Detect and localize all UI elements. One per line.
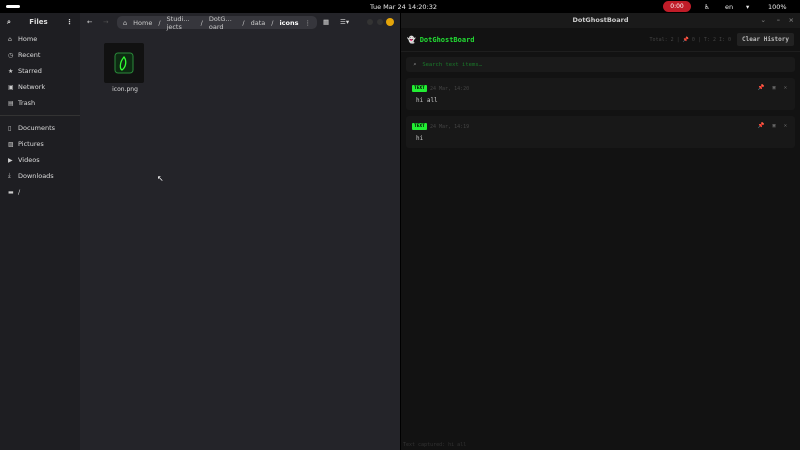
sidebar-item-network[interactable]: ▣ Network	[0, 79, 80, 95]
crumb-dotghostboard[interactable]: DotG… oard	[209, 15, 237, 31]
copy-icon[interactable]: ▣	[772, 85, 775, 91]
clock[interactable]: Tue Mar 24 14:20:32	[370, 3, 437, 11]
home-icon: ⌂	[123, 18, 128, 27]
search-placeholder: Search text items…	[422, 61, 482, 68]
sidebar-item-label: Documents	[18, 124, 56, 132]
clip-time: 24 Mar, 14:20	[430, 86, 470, 92]
view-list-icon[interactable]: ☰▾	[340, 18, 349, 26]
files-window: ⌕ Files ⋮ ⌂ Home ◷ Recent ★ Starred ▣ Network ▤ Tra…	[0, 13, 400, 450]
stats-summary: Total: 2 | 📌 0 | T: 2 I: 0	[649, 36, 732, 43]
clip-item[interactable]: TEXT 24 Mar, 14:20 hi all 📌 ▣ ✕	[406, 78, 795, 110]
accessibility-icon[interactable]: ♿	[704, 3, 710, 11]
sidebar-item-documents[interactable]: ▯ Documents	[0, 120, 80, 136]
battery-indicator[interactable]: 100%	[768, 3, 787, 11]
mouse-cursor: ↖	[157, 174, 164, 183]
search-icon[interactable]: ⌕	[7, 18, 11, 27]
delete-icon[interactable]: ✕	[784, 123, 787, 129]
collapse-icon[interactable]: ⌄	[761, 13, 766, 28]
search-input[interactable]: ⌕ Search text items…	[406, 57, 795, 72]
search-folder-icon[interactable]: ▦	[323, 18, 329, 26]
sidebar-icon: ◷	[8, 51, 14, 59]
crumb-studio[interactable]: Studi… jects	[167, 15, 195, 31]
sidebar-icon: ★	[8, 67, 14, 75]
close-button[interactable]	[386, 18, 394, 26]
wifi-icon[interactable]: ▾	[746, 3, 749, 11]
crumb-data[interactable]: data	[251, 19, 266, 27]
sidebar-item-home[interactable]: ⌂ Home	[0, 31, 80, 47]
menu-icon[interactable]: ⋮	[66, 18, 73, 26]
sidebar-item-label: Starred	[18, 67, 42, 75]
files-sidebar: ⌕ Files ⋮ ⌂ Home ◷ Recent ★ Starred ▣ Network ▤ Tra…	[0, 13, 80, 450]
language-indicator[interactable]: en	[725, 3, 733, 11]
clip-text: hi all	[416, 97, 438, 104]
sidebar-item-label: Home	[18, 35, 38, 43]
sidebar-item-label: Recent	[18, 51, 41, 59]
sidebar-item-label: Trash	[18, 99, 36, 107]
screen-recording-indicator[interactable]: 0:00	[663, 1, 691, 12]
sidebar-icon: ▨	[8, 140, 14, 148]
sidebar-item-trash[interactable]: ▤ Trash	[0, 95, 80, 111]
sidebar-icon: ⤓	[8, 172, 11, 179]
minimize-button[interactable]	[367, 19, 373, 25]
sidebar-item-label: /	[18, 188, 21, 196]
sidebar-icon: ▬	[8, 188, 14, 196]
crumb-home[interactable]: Home	[133, 19, 152, 27]
clip-item[interactable]: TEXT 24 Mar, 14:19 hi 📌 ▣ ✕	[406, 116, 795, 148]
sidebar-icon: ▣	[8, 83, 14, 91]
clip-text: hi	[416, 135, 424, 142]
type-badge: TEXT	[412, 85, 427, 92]
divider	[0, 115, 80, 116]
sidebar-icon: ▤	[8, 99, 14, 107]
system-top-bar: Tue Mar 24 14:20:32 0:00 ♿ en ▾ 100%	[0, 0, 800, 13]
sidebar-icon: ▯	[8, 124, 12, 132]
sidebar-icon: ▶	[8, 156, 13, 164]
copy-icon[interactable]: ▣	[772, 123, 775, 129]
sidebar-item-recent[interactable]: ◷ Recent	[0, 47, 80, 63]
sidebar-item-starred[interactable]: ★ Starred	[0, 63, 80, 79]
type-badge: TEXT	[412, 123, 427, 130]
clear-history-button[interactable]: Clear History	[737, 33, 794, 46]
image-thumbnail	[104, 43, 144, 83]
sidebar-item-root[interactable]: ▬ /	[0, 184, 80, 200]
sidebar-item-pictures[interactable]: ▨ Pictures	[0, 136, 80, 152]
delete-icon[interactable]: ✕	[784, 85, 787, 91]
close-icon[interactable]: ×	[789, 13, 794, 28]
sidebar-item-label: Pictures	[18, 140, 44, 148]
file-name: icon.png	[112, 86, 138, 93]
forward-icon[interactable]: →	[103, 18, 108, 26]
window-title: DotGhostBoard	[572, 16, 629, 24]
pin-icon[interactable]: 📌	[758, 85, 765, 91]
files-title: Files	[29, 18, 48, 26]
pin-icon[interactable]: 📌	[758, 123, 765, 129]
sidebar-item-downloads[interactable]: ⤓ Downloads	[0, 168, 80, 184]
sidebar-item-label: Network	[18, 83, 46, 91]
activities-indicator[interactable]	[6, 5, 20, 8]
sidebar-item-videos[interactable]: ▶ Videos	[0, 152, 80, 168]
minimize-icon[interactable]: –	[777, 13, 780, 28]
sidebar-item-label: Videos	[18, 156, 40, 164]
clip-time: 24 Mar, 14:19	[430, 124, 470, 130]
crumb-icons[interactable]: icons	[279, 19, 298, 27]
sidebar-item-label: Downloads	[18, 172, 54, 180]
ghost-icon: 👻	[407, 35, 416, 44]
breadcrumb: ⌂ Home / Studi… jects / DotG… oard / data / …	[117, 15, 317, 31]
maximize-button[interactable]	[377, 19, 383, 25]
files-main: ← → ⌂ Home / Studi… jects / DotG… oard / da…	[80, 13, 400, 450]
file-item[interactable]: icon.png	[104, 43, 146, 93]
dotghostboard-window: DotGhostBoard ⌄ – × 👻 DotGhostBoard Tota…	[401, 13, 800, 450]
search-icon: ⌕	[413, 61, 417, 68]
status-bar: Text captured: hi all	[403, 442, 467, 448]
app-brand: DotGhostBoard	[419, 35, 475, 44]
sidebar-icon: ⌂	[8, 35, 12, 43]
back-icon[interactable]: ←	[87, 18, 92, 26]
path-menu-icon[interactable]: ⋮	[305, 19, 312, 27]
